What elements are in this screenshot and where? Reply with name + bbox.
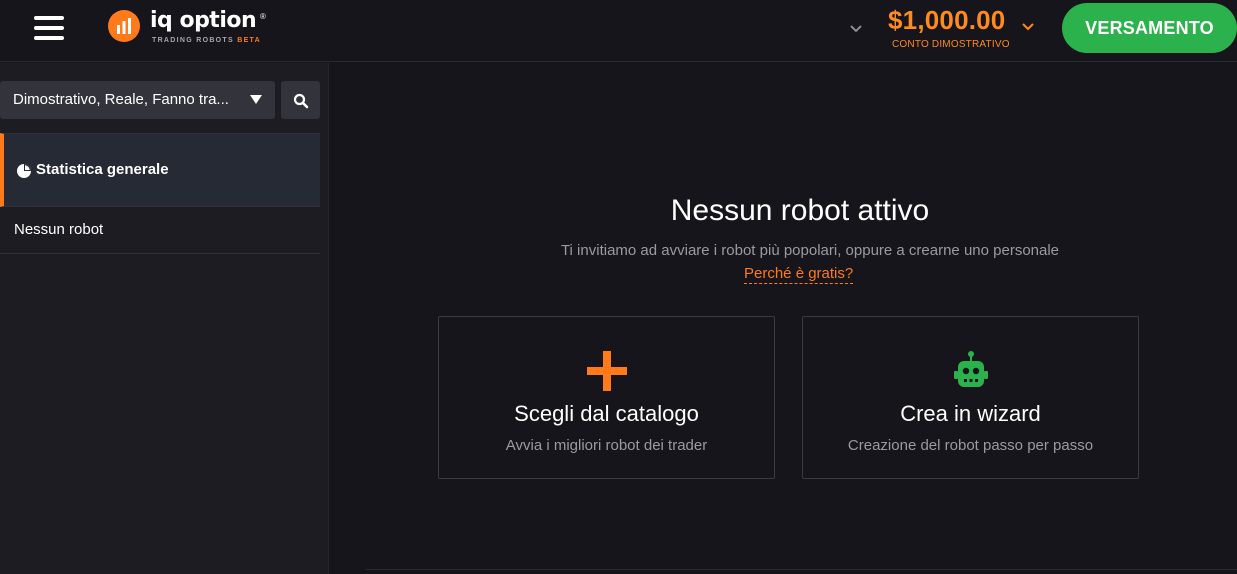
- balance-chevron-icon: [1021, 19, 1035, 33]
- logo-subtitle-text: TRADING ROBOTS: [152, 37, 234, 44]
- deposit-button[interactable]: VERSAMENTO: [1062, 3, 1237, 53]
- hamburger-menu-icon[interactable]: [34, 16, 64, 40]
- balance-selector[interactable]: $1,000.00 CONTO DIMOSTRATIVO: [888, 5, 1038, 55]
- sidebar-item-no-robot: Nessun robot: [0, 208, 320, 254]
- logo[interactable]: iq option ® TRADING ROBOTS BETA: [108, 8, 278, 50]
- plus-icon: [587, 351, 627, 391]
- card-title: Crea in wizard: [900, 401, 1041, 426]
- page-subtitle: Ti invitiamo ad avviare i robot più popo…: [560, 242, 1060, 259]
- why-free-link[interactable]: Perché è gratis?: [744, 265, 854, 284]
- robot-icon: [954, 351, 988, 387]
- sidebar: Dimostrativo, Reale, Fanno tra... Statis…: [0, 63, 329, 574]
- pie-chart-icon: [17, 164, 31, 178]
- account-type-label: CONTO DIMOSTRATIVO: [892, 39, 1010, 50]
- page-title: Nessun robot attivo: [670, 194, 930, 227]
- beta-badge: BETA: [237, 37, 261, 44]
- catalog-card[interactable]: Scegli dal catalogo Avvia i migliori rob…: [438, 316, 775, 479]
- card-description: Avvia i migliori robot dei trader: [505, 437, 708, 454]
- chevron-down-icon[interactable]: [848, 20, 864, 36]
- account-filter-select[interactable]: Dimostrativo, Reale, Fanno tra...: [0, 81, 275, 119]
- sidebar-item-label: Nessun robot: [14, 221, 104, 238]
- logo-mark-icon: [108, 10, 140, 42]
- search-icon: [293, 93, 309, 109]
- card-description: Creazione del robot passo per passo: [847, 437, 1094, 454]
- search-button[interactable]: [281, 81, 320, 119]
- divider: [366, 569, 1237, 570]
- top-bar: iq option ® TRADING ROBOTS BETA $1,000.0…: [0, 0, 1237, 62]
- caret-down-icon: [250, 95, 262, 104]
- filter-select-value: Dimostrativo, Reale, Fanno tra...: [13, 91, 229, 108]
- wizard-card[interactable]: Crea in wizard Creazione del robot passo…: [802, 316, 1139, 479]
- sidebar-item-label: Statistica generale: [36, 161, 169, 178]
- logo-registered-mark: ®: [260, 12, 266, 21]
- balance-amount: $1,000.00: [888, 5, 1006, 35]
- logo-wordmark: iq option: [150, 8, 257, 33]
- sidebar-item-general-stats[interactable]: Statistica generale: [0, 133, 320, 207]
- card-title: Scegli dal catalogo: [514, 401, 699, 426]
- logo-subtitle: TRADING ROBOTS BETA: [152, 37, 261, 44]
